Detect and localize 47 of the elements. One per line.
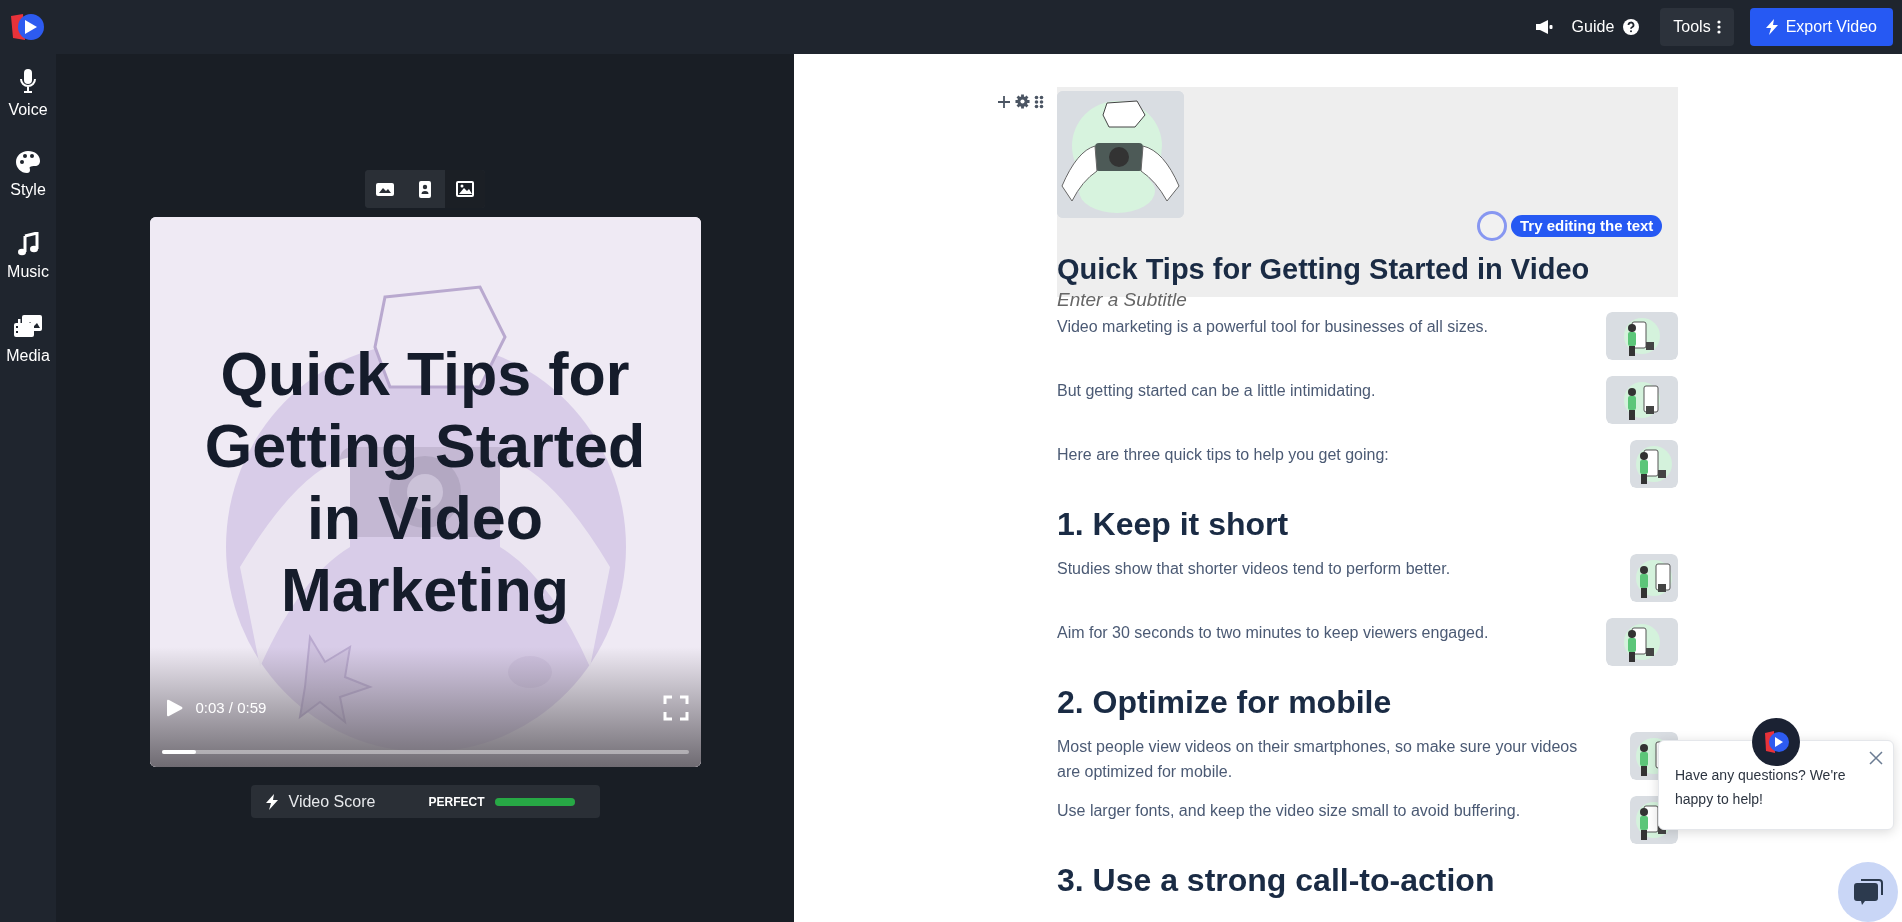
sidebar-item[interactable]: Music bbox=[0, 226, 56, 308]
portrait-layout-icon bbox=[419, 180, 431, 198]
help-icon[interactable] bbox=[1622, 18, 1641, 36]
drag-handle-icon[interactable] bbox=[1034, 94, 1044, 109]
subtitle-field[interactable]: Enter a Subtitle bbox=[1057, 286, 1457, 315]
paragraph-text[interactable]: Use larger fonts, and keep the video size small to avoid buffering. bbox=[1057, 796, 1587, 823]
landscape-layout-icon bbox=[376, 182, 394, 196]
megaphone-icon[interactable] bbox=[1533, 19, 1554, 35]
score-rating: PERFECT bbox=[428, 793, 486, 811]
microphone-icon bbox=[18, 68, 38, 94]
progress-track[interactable] bbox=[161, 750, 689, 754]
paragraph-text[interactable]: Most people view videos on their smartphones, so make sure your videos are optimized for mobile. bbox=[1057, 732, 1587, 784]
paragraph-text[interactable]: Here are three quick tips to help you get going: bbox=[1057, 440, 1587, 467]
export-video-button[interactable]: Export Video bbox=[1749, 8, 1893, 46]
tools-button[interactable]: Tools bbox=[1660, 8, 1734, 46]
logo-icon[interactable] bbox=[9, 12, 47, 42]
section-heading[interactable]: 2. Optimize for mobile bbox=[1057, 682, 1678, 732]
palette-icon bbox=[15, 150, 41, 174]
video-score-label: Video Score bbox=[288, 791, 377, 812]
video-title-overlay: Quick Tips for Getting Started in Video Marketing bbox=[203, 339, 647, 626]
paragraph-text[interactable]: Studies show that shorter videos tend to perform better. bbox=[1057, 554, 1587, 581]
guide-button[interactable]: Guide bbox=[1571, 15, 1615, 39]
hint-ring bbox=[1477, 211, 1507, 241]
chat-message: Have any questions? We're happy to help! bbox=[1675, 766, 1847, 809]
fullscreen-icon[interactable] bbox=[662, 695, 689, 721]
sidebar-item[interactable]: Voice bbox=[0, 62, 56, 144]
time-display: 0:03 / 0:59 bbox=[195, 698, 267, 718]
paragraph-text[interactable]: But getting started can be a little intimidating. bbox=[1057, 376, 1587, 403]
bolt-icon bbox=[264, 793, 279, 810]
media-library-icon bbox=[13, 314, 43, 340]
hint-tooltip: Try editing the text bbox=[1511, 215, 1663, 237]
close-icon[interactable] bbox=[1869, 751, 1883, 765]
chat-launcher-button[interactable] bbox=[1838, 862, 1898, 922]
more-icon bbox=[1716, 20, 1721, 34]
section-heading[interactable]: 1. Keep it short bbox=[1057, 504, 1678, 554]
paragraph-text[interactable]: Video marketing is a powerful tool for businesses of all sizes. bbox=[1057, 312, 1587, 339]
plus-icon[interactable] bbox=[997, 94, 1011, 109]
section-heading[interactable]: 3. Use a strong call-to-action bbox=[1057, 860, 1678, 910]
document-title[interactable]: Quick Tips for Getting Started in Video bbox=[1057, 252, 1678, 286]
sidebar-item[interactable]: Media bbox=[0, 308, 56, 390]
paragraph-text[interactable]: Aim for 30 seconds to two minutes to keep viewers engaged. bbox=[1057, 618, 1587, 645]
music-note-icon bbox=[17, 232, 39, 256]
square-layout-icon bbox=[456, 181, 474, 197]
settings-icon[interactable] bbox=[1015, 94, 1030, 109]
sidebar-item[interactable]: Style bbox=[0, 144, 56, 226]
bolt-icon bbox=[1765, 19, 1778, 35]
chat-icon bbox=[1853, 878, 1883, 906]
